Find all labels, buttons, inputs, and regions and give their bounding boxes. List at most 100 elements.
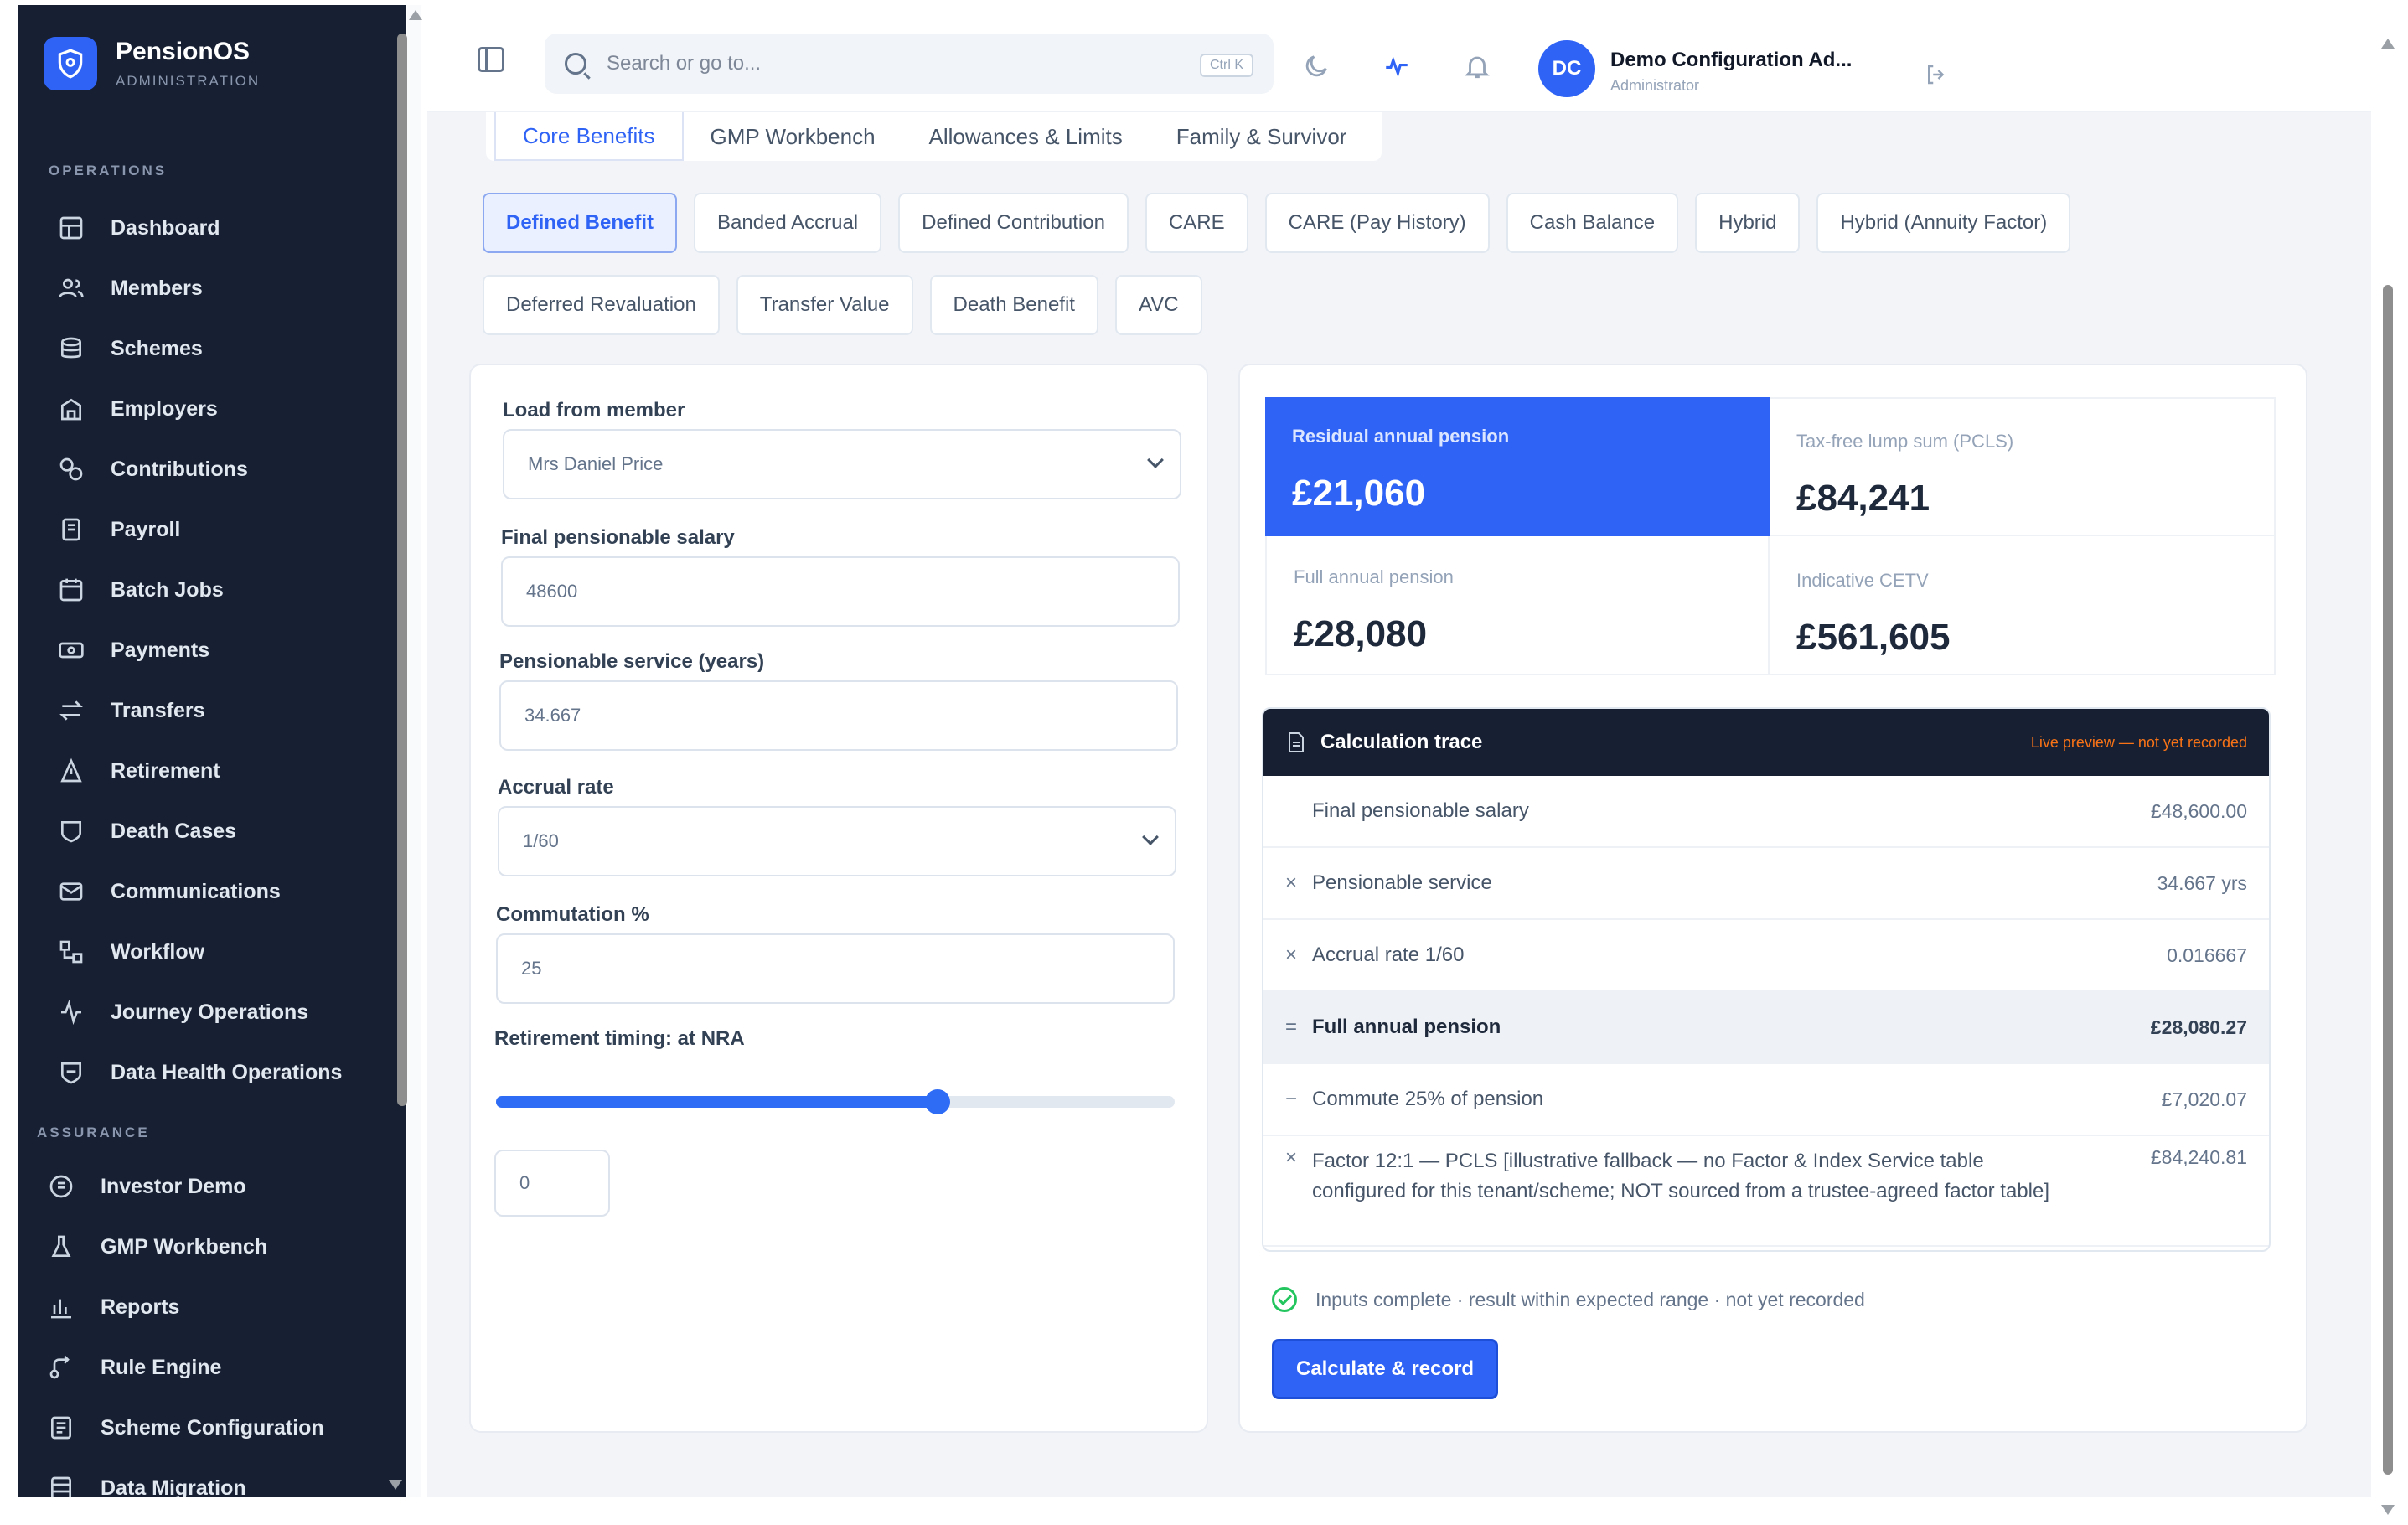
scroll-down-arrow-icon[interactable] — [389, 1480, 402, 1490]
retirement-icon — [57, 757, 85, 785]
check-circle-icon — [1272, 1287, 1297, 1312]
sidebar-scroll-track[interactable] — [407, 5, 421, 1497]
trace-operator: × — [1285, 871, 1298, 894]
sidebar-item-label: Payroll — [111, 517, 181, 541]
scroll-up-arrow-icon[interactable] — [409, 10, 422, 20]
sidebar-item[interactable]: Schemes — [44, 318, 395, 379]
sidebar-item[interactable]: Dashboard — [44, 198, 395, 258]
main-content: Core Benefits GMP Workbench Allowances &… — [427, 112, 2371, 1497]
sidebar-item[interactable]: Rule Engine — [34, 1337, 385, 1398]
search-placeholder: Search or go to... — [607, 52, 762, 75]
sidebar-item[interactable]: Members — [44, 258, 395, 318]
sidebar-item[interactable]: Communications — [44, 861, 395, 922]
nav-operations: Dashboard Members Schemes Employers Contribu… — [44, 198, 395, 1103]
calculator-chip[interactable]: Transfer Value — [736, 275, 913, 335]
sidebar-item[interactable]: Payments — [44, 620, 395, 680]
accrual-select-value: 1/60 — [523, 830, 559, 851]
calculator-chip[interactable]: CARE — [1145, 193, 1248, 253]
salary-input[interactable]: 48600 — [501, 556, 1180, 627]
calculator-chip[interactable]: Defined Contribution — [898, 193, 1129, 253]
trace-row: = Full annual pension £28,080.27 — [1263, 992, 2269, 1064]
sidebar-item-label: Employers — [111, 396, 218, 421]
logout-icon[interactable] — [1924, 62, 1949, 87]
trace-description: Accrual rate 1/60 — [1312, 943, 1465, 966]
avatar[interactable]: DC — [1538, 40, 1595, 97]
status-text: Inputs complete · result within expected… — [1315, 1288, 1865, 1310]
search-input[interactable]: Search or go to... Ctrl K — [545, 34, 1274, 94]
brand[interactable]: PensionOS ADMINISTRATION — [44, 30, 260, 97]
metric-cetv: Indicative CETV £561,605 — [1770, 536, 2276, 675]
sidebar-item[interactable]: Transfers — [44, 680, 395, 741]
calculator-chip[interactable]: Banded Accrual — [694, 193, 882, 253]
sidebar-item[interactable]: Workflow — [44, 922, 395, 982]
top-bar: Search or go to... Ctrl K DC Demo Config… — [427, 0, 2371, 112]
trace-preview-note: Live preview — not yet recorded — [2030, 733, 2247, 751]
trace-row: × Pensionable service 34.667 yrs — [1263, 848, 2269, 920]
calculator-chip[interactable]: AVC — [1114, 275, 1202, 335]
calculate-record-button[interactable]: Calculate & record — [1272, 1339, 1499, 1399]
bell-icon[interactable] — [1463, 52, 1491, 80]
nav-assurance: Investor Demo GMP Workbench Reports Rule En… — [34, 1156, 385, 1497]
timing-slider-thumb[interactable] — [924, 1089, 950, 1114]
sidebar-item[interactable]: Data Health Operations — [44, 1042, 395, 1103]
employers-icon — [57, 395, 85, 423]
service-input[interactable]: 34.667 — [499, 680, 1178, 751]
activity-icon[interactable] — [1382, 52, 1411, 80]
salary-label: Final pensionable salary — [501, 526, 735, 549]
main-scrollbar[interactable] — [2383, 285, 2393, 1475]
sidebar-item-label: Contributions — [111, 457, 248, 481]
calculator-chip[interactable]: CARE (Pay History) — [1264, 193, 1490, 253]
calculator-chips: Defined Benefit Banded Accrual Defined Con… — [483, 193, 2158, 357]
commutation-input[interactable]: 25 — [496, 933, 1175, 1004]
sidebar-scrollbar[interactable] — [397, 34, 407, 1106]
member-select-value: Mrs Daniel Price — [528, 453, 664, 474]
member-label: Load from member — [503, 399, 685, 421]
timing-offset-input[interactable]: 0 — [494, 1150, 610, 1217]
calculator-chip[interactable]: Hybrid — [1695, 193, 1801, 253]
trace-description: Pensionable service — [1312, 871, 1492, 894]
salary-value: 48600 — [526, 581, 578, 602]
service-label: Pensionable service (years) — [499, 650, 765, 673]
moon-icon[interactable] — [1302, 52, 1331, 80]
sidebar-item[interactable]: Contributions — [44, 439, 395, 499]
member-select[interactable]: Mrs Daniel Price — [503, 429, 1181, 499]
sidebar-item-label: Schemes — [111, 336, 203, 360]
sidebar-item[interactable]: Batch Jobs — [44, 560, 395, 620]
user-name[interactable]: Demo Configuration Ad... — [1610, 49, 1852, 72]
calculator-chip[interactable]: Cash Balance — [1506, 193, 1679, 253]
scroll-up-arrow-icon[interactable] — [2381, 39, 2395, 49]
tab-allowances-limits[interactable]: Allowances & Limits — [902, 112, 1150, 161]
sidebar-item[interactable]: GMP Workbench — [34, 1217, 385, 1277]
sidebar-item-label: Death Cases — [111, 819, 237, 843]
timing-slider[interactable] — [496, 1089, 1175, 1114]
sidebar-item[interactable]: Data Migration — [34, 1458, 385, 1497]
tab-gmp-workbench[interactable]: GMP Workbench — [684, 112, 902, 161]
tab-core-benefits[interactable]: Core Benefits — [494, 112, 684, 161]
trace-operator: × — [1285, 1146, 1298, 1169]
sidebar-item[interactable]: Scheme Configuration — [34, 1398, 385, 1458]
calculator-chip[interactable]: Hybrid (Annuity Factor) — [1816, 193, 2071, 253]
scroll-down-arrow-icon[interactable] — [2381, 1505, 2395, 1515]
search-shortcut: Ctrl K — [1200, 54, 1253, 77]
sidebar-toggle-icon[interactable] — [478, 47, 504, 72]
status-line: Inputs complete · result within expected… — [1272, 1287, 1865, 1312]
trace-value: 34.667 yrs — [2157, 871, 2247, 894]
sidebar-item-label: Investor Demo — [101, 1174, 246, 1198]
sidebar-item[interactable]: Retirement — [44, 741, 395, 801]
tab-family-survivor[interactable]: Family & Survivor — [1150, 112, 1374, 161]
calculator-chip[interactable]: Defined Benefit — [483, 193, 678, 253]
payments-icon — [57, 636, 85, 664]
sidebar-item[interactable]: Death Cases — [44, 801, 395, 861]
calculator-chip[interactable]: Deferred Revaluation — [483, 275, 720, 335]
accrual-select[interactable]: 1/60 — [498, 806, 1176, 876]
sidebar-item-label: Rule Engine — [101, 1355, 222, 1379]
sidebar-item[interactable]: Reports — [34, 1277, 385, 1337]
nav-section-assurance: ASSURANCE — [37, 1124, 150, 1140]
sidebar-item[interactable]: Employers — [44, 379, 395, 439]
chevron-down-icon — [1142, 829, 1159, 845]
metric-pcls: Tax-free lump sum (PCLS) £84,241 — [1770, 397, 2276, 536]
calculator-chip[interactable]: Death Benefit — [929, 275, 1098, 335]
sidebar-item[interactable]: Journey Operations — [44, 982, 395, 1042]
sidebar-item[interactable]: Payroll — [44, 499, 395, 560]
sidebar-item[interactable]: Investor Demo — [34, 1156, 385, 1217]
